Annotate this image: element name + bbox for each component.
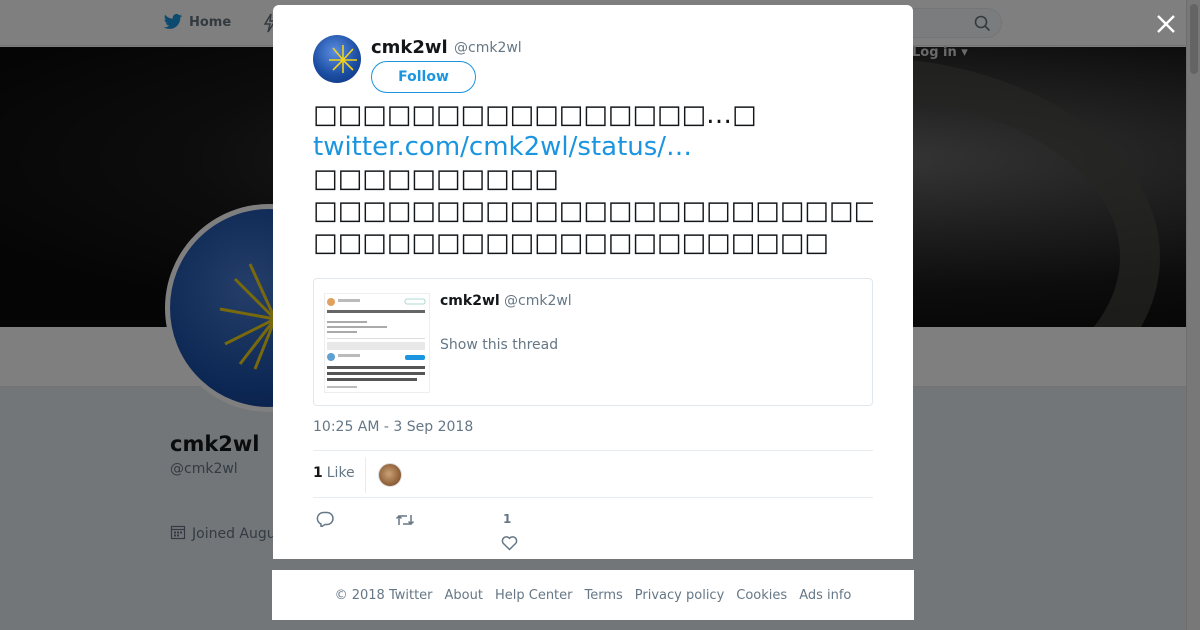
footer-cookies-link[interactable]: Cookies bbox=[736, 588, 787, 603]
liker-avatar[interactable] bbox=[378, 463, 402, 487]
tweet-text-line: □□□□□□□□□□□□□□□□…□ bbox=[313, 100, 757, 130]
stats-divider bbox=[365, 457, 366, 493]
quoted-tweet-card[interactable]: cmk2wl @cmk2wl Show this thread bbox=[313, 278, 873, 406]
quoted-author-name: cmk2wl bbox=[440, 293, 500, 309]
tweet-modal: cmk2wl @cmk2wl Follow □□□□□□□□□□□□□□□□…□… bbox=[273, 5, 913, 559]
tweet-text-line: □□□□□□□□□□ bbox=[313, 164, 559, 194]
footer-ads-info-link[interactable]: Ads info bbox=[799, 588, 851, 603]
quoted-author-handle: @cmk2wl bbox=[504, 293, 572, 309]
reply-icon[interactable] bbox=[316, 511, 334, 531]
author-avatar[interactable] bbox=[313, 35, 361, 83]
tweet-author-handle[interactable]: @cmk2wl bbox=[454, 40, 522, 56]
likes-stat[interactable]: 1 Like bbox=[313, 465, 355, 481]
retweet-icon[interactable] bbox=[395, 512, 415, 532]
footer-copyright: © 2018 Twitter bbox=[334, 587, 433, 603]
follow-button[interactable]: Follow bbox=[371, 61, 476, 93]
footer-help-center-link[interactable]: Help Center bbox=[495, 588, 573, 603]
show-thread-link[interactable]: Show this thread bbox=[440, 337, 558, 353]
close-icon[interactable] bbox=[1154, 12, 1178, 36]
tweet-timestamp[interactable]: 10:25 AM - 3 Sep 2018 bbox=[313, 419, 473, 435]
footer-privacy-link[interactable]: Privacy policy bbox=[635, 588, 724, 603]
quoted-tweet-thumbnail bbox=[324, 293, 430, 393]
likes-count: 1 bbox=[313, 465, 323, 481]
tweet-text: □□□□□□□□□□□□□□□□…□ twitter.com/cmk2wl/st… bbox=[313, 99, 873, 259]
like-heart-icon[interactable] bbox=[501, 535, 518, 555]
footer-about-link[interactable]: About bbox=[445, 588, 483, 603]
tweet-stats-row: 1 Like bbox=[313, 450, 873, 498]
footer-terms-link[interactable]: Terms bbox=[585, 588, 623, 603]
tweet-text-line: □□□□□□□□□□□□□□□□□□□□□ bbox=[313, 228, 829, 258]
footer: © 2018 Twitter About Help Center Terms P… bbox=[272, 570, 914, 620]
tweet-author-name[interactable]: cmk2wl bbox=[371, 37, 448, 58]
tweet-text-line: □□□□□□□□□□□□□□□□□□□□□□□□□ bbox=[313, 196, 873, 226]
tweet-link[interactable]: twitter.com/cmk2wl/status/… bbox=[313, 131, 873, 163]
likes-label: Like bbox=[326, 465, 355, 481]
like-count: 1 bbox=[503, 512, 512, 526]
